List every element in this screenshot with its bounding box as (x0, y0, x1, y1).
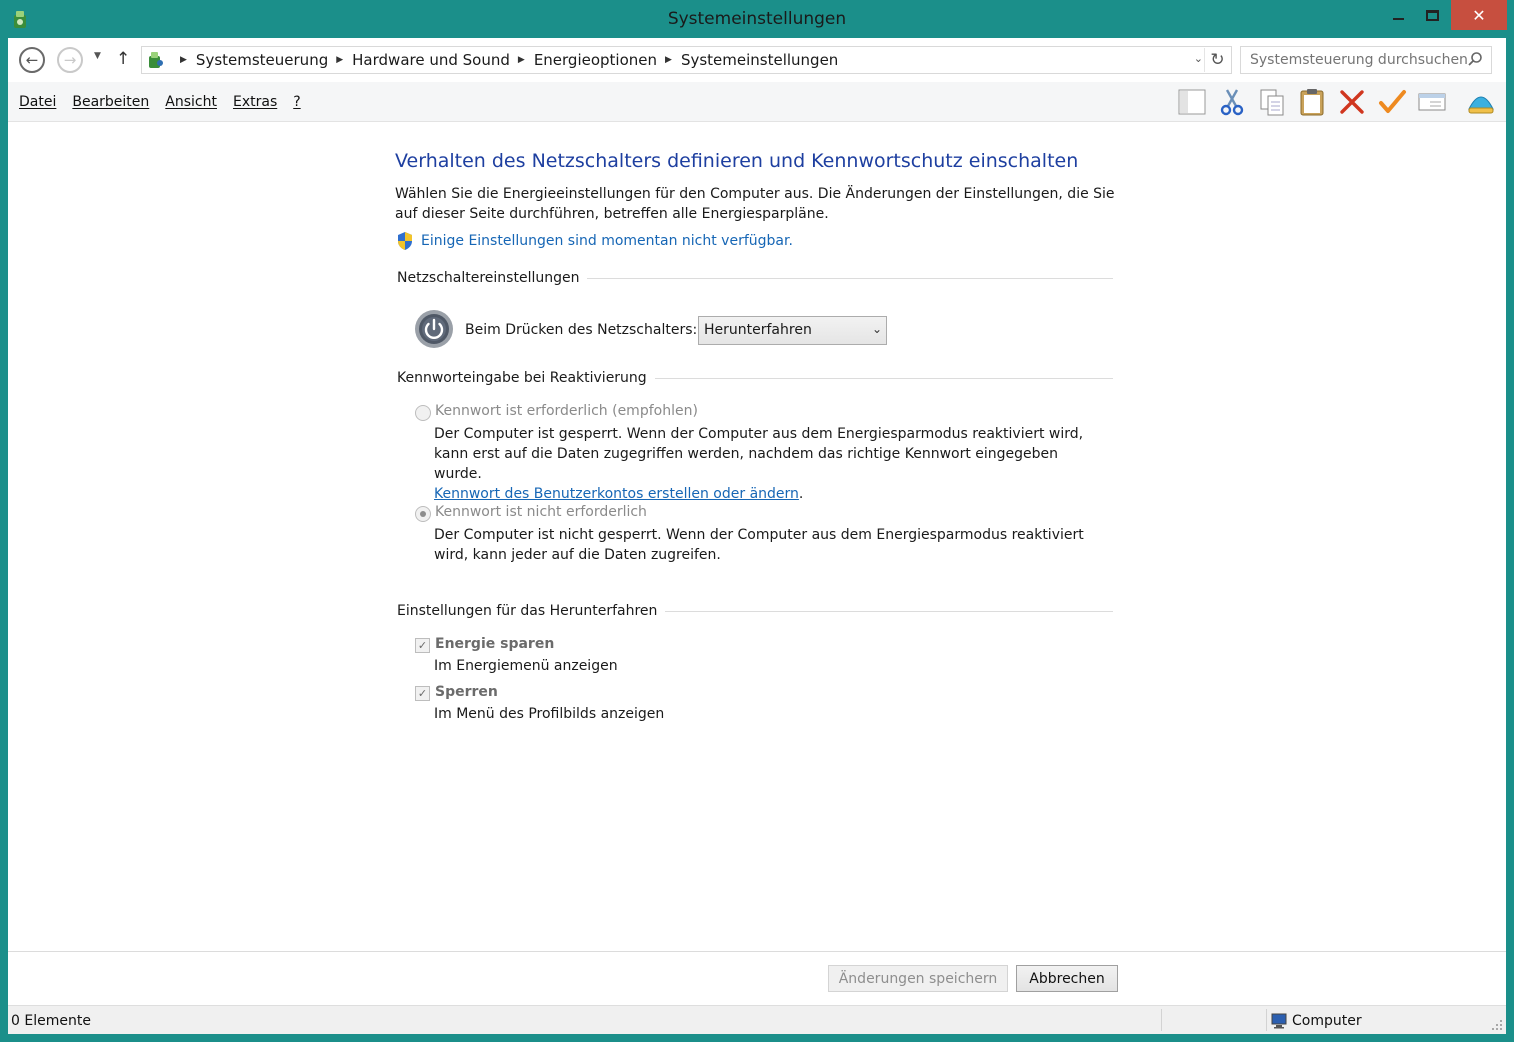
recent-locations-dropdown[interactable]: ▼ (94, 51, 101, 61)
password-required-description-text: Der Computer ist gesperrt. Wenn der Comp… (434, 426, 1084, 482)
shell-icon[interactable] (1466, 87, 1496, 117)
close-icon: ✕ (1472, 5, 1486, 25)
link-suffix: . (798, 486, 804, 502)
menu-ansicht[interactable]: Ansicht (165, 94, 217, 110)
unavailable-settings-link[interactable]: Einige Einstellungen sind momentan nicht… (421, 233, 793, 249)
close-button[interactable]: ✕ (1451, 0, 1507, 30)
search-icon[interactable] (1467, 51, 1483, 67)
window-client: ← → ▼ ↑ ▶ Systemsteuerung ▶ Hardware und… (8, 38, 1506, 1034)
item-count: 0 Elemente (11, 1013, 91, 1029)
energie-sparen-checkbox[interactable]: ✓ (415, 638, 430, 653)
resize-grip-icon[interactable] (1491, 1019, 1503, 1031)
breadcrumb-energieoptionen[interactable]: Energieoptionen (534, 51, 657, 69)
delete-icon[interactable] (1337, 87, 1367, 117)
password-not-required-description: Der Computer ist nicht gesperrt. Wenn de… (434, 527, 1084, 563)
up-button[interactable]: ↑ (116, 49, 130, 69)
page-title: Verhalten des Netzschalters definieren u… (395, 150, 1079, 172)
status-location: Computer (1292, 1013, 1362, 1029)
password-required-label: Kennwort ist erforderlich (empfohlen) (435, 403, 698, 419)
check-icon[interactable] (1377, 87, 1407, 117)
checkmark-icon: ✓ (417, 639, 428, 652)
back-button[interactable]: ← (19, 47, 45, 73)
refresh-icon: ↻ (1210, 50, 1225, 70)
menu-datei[interactable]: Datei (19, 94, 56, 110)
refresh-button[interactable]: ↻ (1204, 48, 1230, 72)
maximize-icon (1425, 9, 1439, 21)
maximize-button[interactable] (1415, 0, 1449, 30)
copy-icon[interactable] (1257, 87, 1287, 117)
window-title: Systemeinstellungen (667, 9, 847, 29)
search-input[interactable] (1240, 46, 1492, 74)
password-required-description: Der Computer ist gesperrt. Wenn der Comp… (434, 424, 1094, 504)
chevron-down-icon: ⌄ (1193, 52, 1203, 65)
group-title-power-button: Netzschaltereinstellungen (397, 270, 588, 286)
energie-sparen-description: Im Energiemenü anzeigen (434, 658, 618, 674)
layout-icon[interactable] (1177, 87, 1207, 117)
properties-icon[interactable] (1417, 87, 1447, 117)
breadcrumb-systemeinstellungen[interactable]: Systemeinstellungen (681, 51, 838, 69)
breadcrumb-systemsteuerung[interactable]: Systemsteuerung (196, 51, 328, 69)
breadcrumb-separator-icon[interactable]: ▶ (336, 55, 343, 65)
uac-shield-icon (398, 232, 412, 250)
power-button-action-select[interactable]: Herunterfahren ⌄ (698, 316, 887, 345)
arrow-left-icon: ← (25, 51, 39, 69)
title-bar[interactable]: Systemeinstellungen ✕ (0, 0, 1514, 38)
dialog-footer: Änderungen speichern Abbrechen (8, 951, 1506, 1005)
main-content: Verhalten des Netzschalters definieren u… (8, 122, 1506, 951)
group-title-shutdown: Einstellungen für das Herunterfahren (397, 603, 666, 619)
menu-bearbeiten[interactable]: Bearbeiten (72, 94, 149, 110)
sperren-label: Sperren (435, 684, 498, 700)
password-not-required-radio[interactable] (415, 506, 431, 522)
breadcrumb-hardware-und-sound[interactable]: Hardware und Sound (352, 51, 510, 69)
change-account-password-link[interactable]: Kennwort des Benutzerkontos erstellen od… (434, 486, 799, 502)
password-required-radio[interactable] (415, 405, 431, 421)
minimize-icon (1392, 18, 1404, 20)
power-button-action-value: Herunterfahren (704, 322, 812, 338)
save-changes-button[interactable]: Änderungen speichern (828, 965, 1008, 992)
forward-button[interactable]: → (57, 47, 83, 73)
menu: Datei Bearbeiten Ansicht Extras ? (19, 94, 317, 110)
status-divider (1266, 1009, 1267, 1031)
checkmark-icon: ✓ (417, 687, 428, 700)
page-intro: Wählen Sie die Energieeinstellungen für … (395, 186, 1115, 222)
breadcrumb-separator-icon[interactable]: ▶ (180, 55, 187, 65)
energie-sparen-label: Energie sparen (435, 636, 555, 652)
arrow-right-icon: → (63, 51, 77, 69)
minimize-button[interactable] (1381, 0, 1415, 30)
navigation-bar: ← → ▼ ↑ ▶ Systemsteuerung ▶ Hardware und… (8, 38, 1506, 82)
breadcrumb: ▶ Systemsteuerung ▶ Hardware und Sound ▶… (172, 47, 838, 73)
power-button-action-label: Beim Drücken des Netzschalters: (465, 322, 698, 338)
power-icon (415, 310, 453, 348)
sperren-checkbox[interactable]: ✓ (415, 686, 430, 701)
chevron-down-icon: ⌄ (871, 322, 882, 336)
group-title-password: Kennworteingabe bei Reaktivierung (397, 370, 655, 386)
password-not-required-label: Kennwort ist nicht erforderlich (435, 504, 647, 520)
cut-icon[interactable] (1217, 87, 1247, 117)
menu-help[interactable]: ? (293, 94, 300, 110)
paste-icon[interactable] (1297, 87, 1327, 117)
cancel-button[interactable]: Abbrechen (1016, 965, 1118, 992)
menu-bar: Datei Bearbeiten Ansicht Extras ? (8, 82, 1506, 122)
sperren-description: Im Menü des Profilbilds anzeigen (434, 706, 665, 722)
control-panel-icon (149, 52, 163, 68)
address-history-dropdown[interactable]: ⌄ (1194, 52, 1203, 65)
status-divider (1161, 1009, 1162, 1031)
breadcrumb-separator-icon[interactable]: ▶ (518, 55, 525, 65)
computer-icon (1271, 1013, 1287, 1029)
breadcrumb-separator-icon[interactable]: ▶ (665, 55, 672, 65)
status-bar: 0 Elemente Computer (8, 1005, 1506, 1034)
menu-extras[interactable]: Extras (233, 94, 277, 110)
address-bar[interactable]: ▶ Systemsteuerung ▶ Hardware und Sound ▶… (141, 46, 1232, 74)
